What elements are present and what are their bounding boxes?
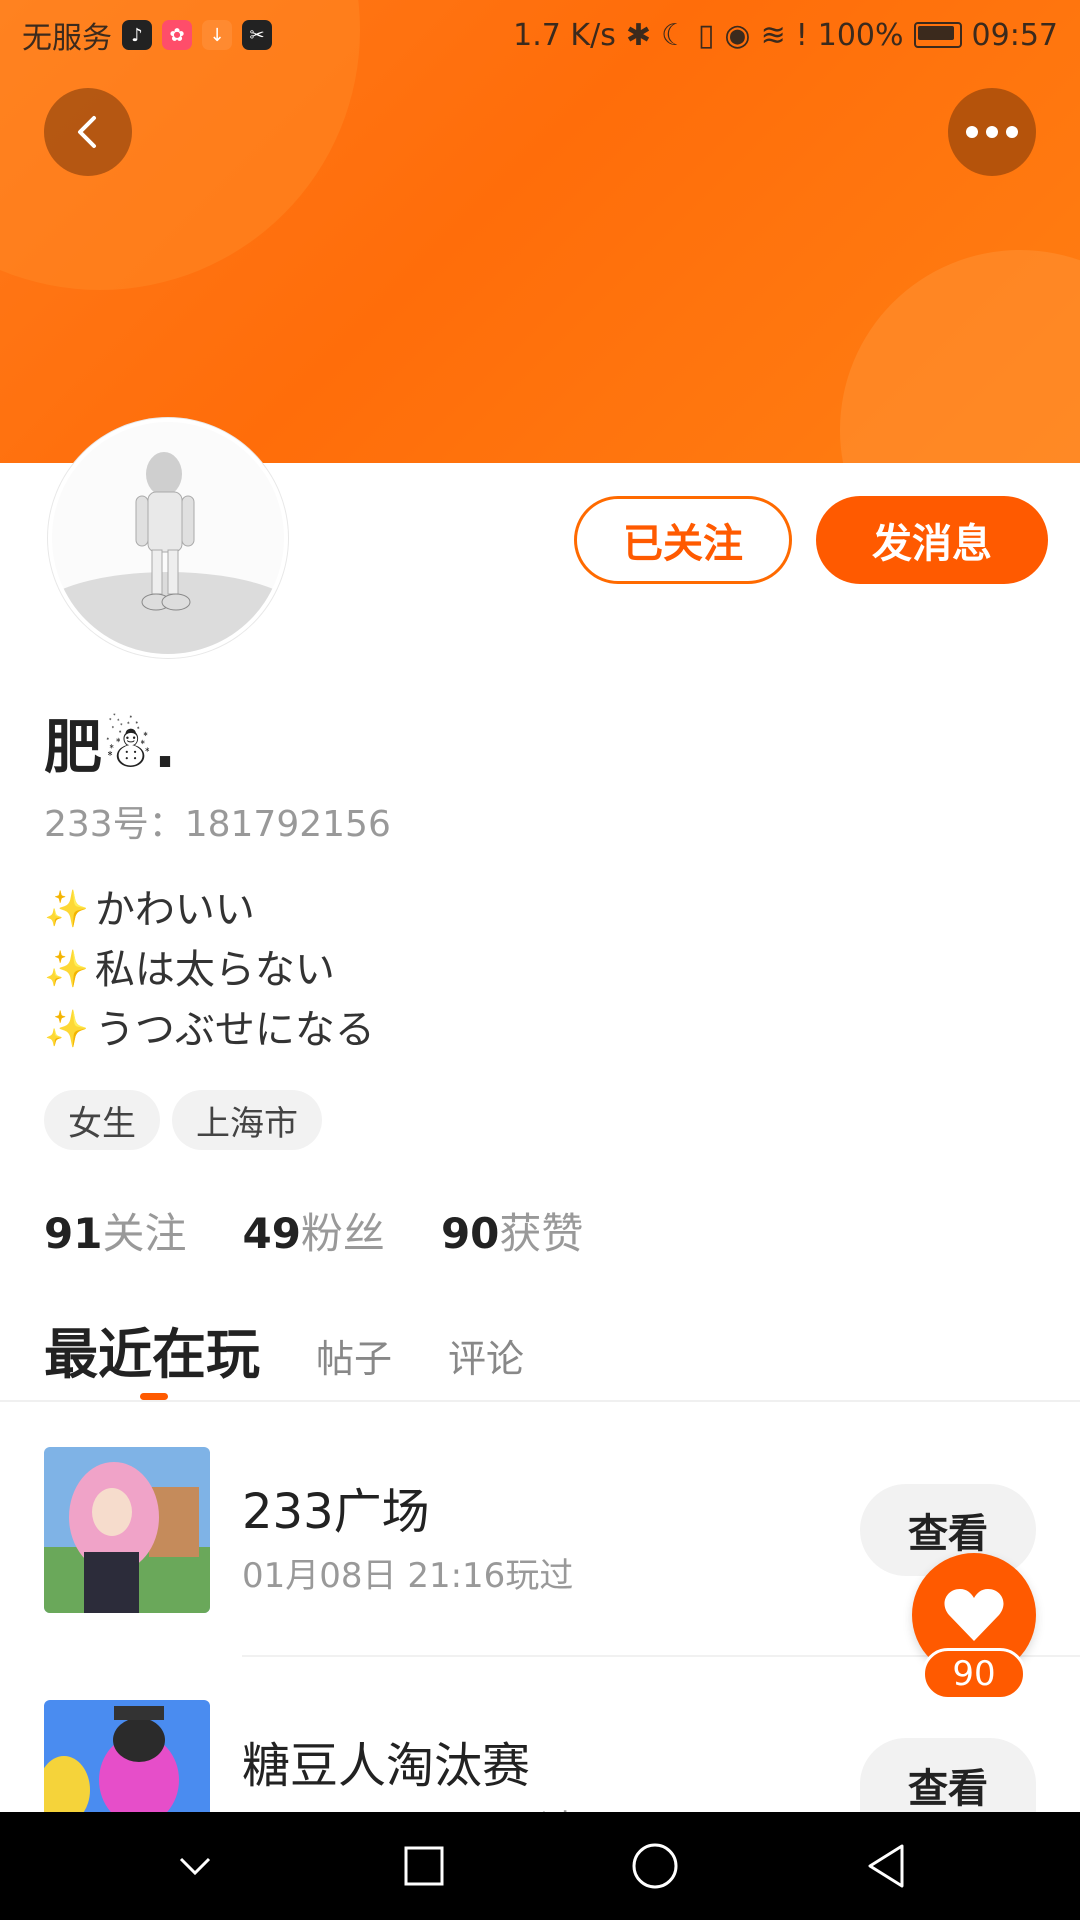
collapse-chevron-icon[interactable]	[173, 1844, 217, 1888]
bio-text: うつぶせになる	[94, 1007, 375, 1053]
back-button[interactable]	[44, 88, 132, 176]
status-bar: 无服务 ♪ ✿ ↓ ✂ 1.7 K/s ✱ ☾ ▯ ◉ ≋ ! 100% 09:…	[22, 12, 1058, 58]
profile-tags: 女生 上海市	[44, 1090, 322, 1150]
bio-text: 私は太らない	[94, 947, 335, 993]
tiktok-icon: ♪	[122, 20, 152, 50]
system-nav-bar	[0, 1812, 1080, 1920]
user-id: 233号：181792156	[44, 804, 391, 845]
bio-line: ✨ うつぶせになる	[44, 1000, 375, 1060]
eye-icon: ◉	[724, 17, 751, 53]
profile-name: 肥☃.	[44, 713, 177, 781]
followed-button[interactable]: 已关注	[574, 496, 792, 584]
game-title[interactable]: 233广场	[242, 1472, 430, 1542]
tab-comments[interactable]: 评论	[448, 1328, 524, 1389]
stat-followers[interactable]: 49粉丝	[242, 1200, 384, 1261]
capcut-icon: ✂	[242, 20, 272, 50]
avatar[interactable]	[48, 418, 288, 658]
tab-recently-played[interactable]: 最近在玩	[44, 1310, 260, 1389]
game-thumbnail[interactable]	[44, 1447, 210, 1613]
game-last-played: 01月01日 10:05玩过	[242, 1800, 642, 1812]
like-count-badge: 90	[922, 1648, 1026, 1700]
stat-number: 90	[440, 1209, 500, 1258]
game-thumbnail[interactable]	[44, 1700, 210, 1812]
bluetooth-icon: ✱	[625, 17, 651, 53]
stat-number: 49	[242, 1209, 301, 1258]
stat-number: 91	[44, 1209, 103, 1258]
active-tab-indicator	[140, 1393, 168, 1400]
header-decoration	[840, 250, 1080, 463]
recent-apps-icon[interactable]	[402, 1844, 446, 1888]
tabs-divider	[0, 1400, 1080, 1402]
battery-percent: 100%	[817, 17, 904, 53]
moon-icon: ☾	[660, 17, 688, 53]
back-nav-icon[interactable]	[864, 1842, 908, 1890]
profile-tabs: 最近在玩 帖子 评论	[44, 1310, 524, 1389]
stat-label: 获赞	[499, 1209, 584, 1258]
wifi-icon: ≋	[760, 17, 786, 53]
game-thumbnail-image	[44, 1447, 210, 1613]
carrier-text: 无服务	[22, 21, 112, 56]
vibrate-icon: ▯	[697, 17, 715, 53]
alert-icon: !	[795, 17, 808, 53]
battery-icon	[913, 22, 962, 48]
game-last-played: 01月08日 21:16玩过	[242, 1556, 574, 1596]
stat-label: 关注	[102, 1209, 187, 1258]
more-button[interactable]	[948, 88, 1036, 176]
sparkles-icon: ✨	[44, 949, 89, 990]
clock: 09:57	[971, 17, 1058, 53]
tag-location: 上海市	[172, 1090, 322, 1150]
stat-likes: 90获赞	[441, 1200, 583, 1261]
game-thumbnail-image	[44, 1700, 210, 1812]
view-game-button[interactable]: 查看	[860, 1738, 1036, 1812]
sparkles-icon: ✨	[44, 1009, 89, 1050]
bio-text: かわいい	[94, 887, 255, 933]
profile-bio: ✨ かわいい ✨ 私は太らない ✨ うつぶせになる	[44, 880, 375, 1060]
avatar-image	[52, 422, 284, 654]
sparkles-icon: ✨	[44, 889, 89, 930]
network-speed: 1.7 K/s	[513, 17, 616, 53]
tab-posts[interactable]: 帖子	[316, 1328, 392, 1389]
game-last-played-clipped: 01月01日 10:05玩过	[242, 1800, 642, 1812]
home-icon[interactable]	[631, 1842, 679, 1890]
tag-gender: 女生	[44, 1090, 160, 1150]
game-title[interactable]: 糖豆人淘汰赛	[242, 1726, 530, 1796]
message-button[interactable]: 发消息	[816, 496, 1048, 584]
stat-label: 粉丝	[300, 1209, 385, 1258]
stat-following[interactable]: 91关注	[44, 1200, 186, 1261]
heart-icon	[944, 1589, 1004, 1641]
more-dots-icon	[966, 126, 1018, 138]
profile-stats: 91关注 49粉丝 90获赞	[44, 1200, 583, 1261]
download-icon: ↓	[202, 20, 232, 50]
bio-line: ✨ 私は太らない	[44, 940, 375, 1000]
back-arrow-icon	[78, 116, 96, 148]
app-notification-icon: ✿	[162, 20, 192, 50]
profile-header-banner	[0, 0, 1080, 463]
bio-line: ✨ かわいい	[44, 880, 375, 940]
